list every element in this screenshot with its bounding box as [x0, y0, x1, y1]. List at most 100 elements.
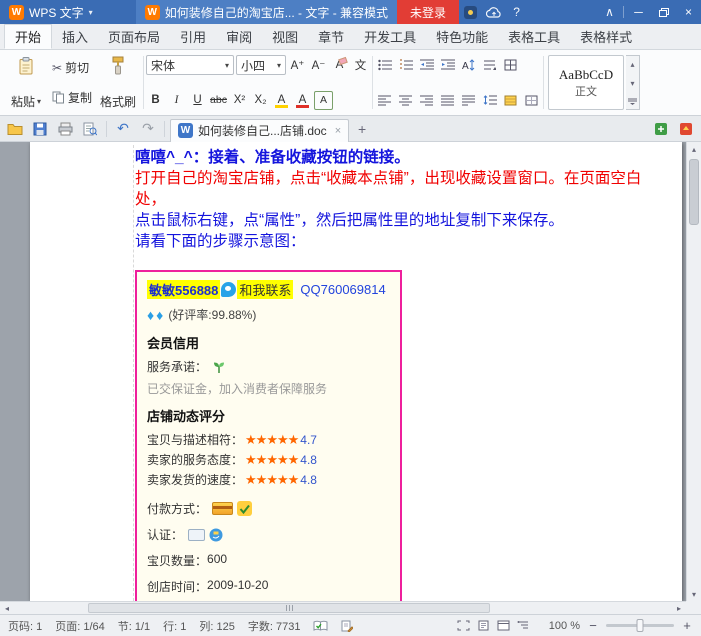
align-center-button[interactable] — [396, 91, 415, 110]
restore-icon — [659, 8, 669, 17]
close-tab-icon[interactable]: × — [335, 125, 341, 137]
collapse-ribbon-button[interactable]: ∧ — [598, 0, 621, 24]
scroll-down-button[interactable]: ▾ — [687, 587, 701, 601]
open-file-button[interactable] — [4, 118, 26, 140]
scroll-left-button[interactable]: ◂ — [0, 602, 14, 614]
ribbon-tab-insert[interactable]: 插入 — [52, 24, 98, 49]
grow-font-button[interactable]: A⁺ — [288, 56, 307, 75]
font-color-button[interactable]: A — [293, 91, 312, 110]
close-button[interactable]: × — [676, 0, 701, 24]
ribbon-tab-developer[interactable]: 开发工具 — [354, 24, 426, 49]
align-left-button[interactable] — [375, 91, 394, 110]
chevron-down-icon: ▾ — [89, 8, 93, 17]
font-name-select[interactable]: 宋体▾ — [146, 55, 234, 75]
style-gallery-down-button[interactable]: ▾ — [631, 79, 635, 88]
format-painter-button[interactable]: 格式刷 — [97, 53, 139, 112]
style-preview-normal[interactable]: AaBbCcD 正文 — [548, 55, 624, 110]
scroll-up-button[interactable]: ▴ — [687, 142, 701, 156]
ribbon-tab-section[interactable]: 章节 — [308, 24, 354, 49]
character-border-button[interactable]: A — [314, 91, 333, 110]
service-promise-label: 服务承诺： — [147, 358, 207, 375]
cloud-sync-button[interactable] — [482, 0, 505, 24]
borders-button[interactable] — [522, 91, 541, 110]
character-scale-button[interactable]: A — [459, 56, 478, 75]
print-layout-view-icon[interactable] — [477, 620, 490, 631]
wangwang-chat-icon[interactable] — [221, 282, 236, 297]
justify-button[interactable] — [438, 91, 457, 110]
save-button[interactable] — [29, 118, 51, 140]
login-button[interactable]: 未登录 — [397, 0, 459, 24]
strikethrough-button[interactable]: abc — [209, 91, 228, 110]
decrease-indent-button[interactable] — [417, 56, 436, 75]
align-left-icon — [378, 95, 391, 106]
ribbon-tab-table-tools[interactable]: 表格工具 — [498, 24, 570, 49]
paste-button[interactable]: 粘贴▾ — [5, 53, 47, 112]
highlight-color-button[interactable]: A — [272, 91, 291, 110]
ribbon-tab-special-features[interactable]: 特色功能 — [426, 24, 498, 49]
seller-name[interactable]: 敏敏556888 — [147, 280, 220, 299]
task-window-button[interactable] — [650, 118, 672, 140]
shading-button[interactable] — [501, 91, 520, 110]
print-button[interactable] — [54, 118, 76, 140]
outline-view-icon[interactable] — [517, 620, 530, 631]
align-right-button[interactable] — [417, 91, 436, 110]
horizontal-scrollbar[interactable]: ◂ ▸ — [0, 601, 686, 614]
style-gallery-up-button[interactable]: ▴ — [631, 60, 635, 69]
bullet-list-button[interactable] — [375, 56, 394, 75]
line-spacing-button[interactable] — [480, 91, 499, 110]
scroll-right-button[interactable]: ▸ — [672, 602, 686, 614]
minimize-button[interactable]: ─ — [626, 0, 651, 24]
italic-button[interactable]: I — [167, 91, 186, 110]
status-page-number: 页码: 1 — [8, 618, 42, 634]
zoom-in-button[interactable]: + — [681, 618, 693, 633]
underline-button[interactable]: U — [188, 91, 207, 110]
ribbon-tab-references[interactable]: 引用 — [170, 24, 216, 49]
ribbon-tab-table-style[interactable]: 表格样式 — [570, 24, 642, 49]
cut-button[interactable]: ✂剪切 — [49, 58, 95, 78]
task-window-icon — [654, 122, 668, 136]
shrink-font-button[interactable]: A⁻ — [309, 56, 328, 75]
ribbon-tab-home[interactable]: 开始 — [4, 24, 52, 49]
copy-button[interactable]: 复制 — [49, 87, 95, 107]
distribute-button[interactable] — [459, 91, 478, 110]
title-document-tab[interactable]: W 如何装修自己的淘宝店... - 文字 - 兼容模式 — [136, 0, 397, 24]
bold-button[interactable]: B — [146, 91, 165, 110]
document-page[interactable]: 嘻嘻^_^：接着、准备收藏按钮的链接。 打开自己的淘宝店铺，点击“收藏本点铺”，… — [30, 142, 682, 601]
draw-table-button[interactable] — [501, 56, 520, 75]
zoom-slider[interactable] — [606, 624, 674, 627]
spellcheck-button[interactable] — [313, 620, 328, 632]
web-layout-view-icon[interactable] — [497, 620, 510, 631]
message-button[interactable] — [459, 0, 482, 24]
document-tab[interactable]: W 如何装修自己...店铺.doc × — [170, 119, 349, 142]
status-word-count[interactable]: 字数: 7731 — [248, 618, 301, 634]
contact-me-link[interactable]: 和我联系 — [237, 280, 293, 299]
superscript-button[interactable]: X² — [230, 91, 249, 110]
zoom-slider-thumb[interactable] — [637, 619, 644, 632]
zoom-out-button[interactable]: − — [587, 618, 599, 633]
numbered-list-button[interactable] — [396, 56, 415, 75]
ribbon-tab-page-layout[interactable]: 页面布局 — [98, 24, 170, 49]
undo-button[interactable]: ↶ — [112, 118, 134, 140]
ribbon-tab-review[interactable]: 审阅 — [216, 24, 262, 49]
font-size-select[interactable]: 小四▾ — [236, 55, 286, 75]
promotion-button[interactable] — [675, 118, 697, 140]
zoom-level[interactable]: 100 % — [549, 620, 580, 632]
ribbon-tab-view[interactable]: 视图 — [262, 24, 308, 49]
vertical-scrollbar[interactable]: ▴ ▾ — [686, 142, 701, 601]
pinyin-guide-button[interactable]: 文 — [351, 56, 370, 75]
style-gallery-more-icon[interactable] — [628, 98, 637, 105]
fullscreen-view-icon[interactable] — [457, 620, 470, 631]
print-preview-button[interactable] — [79, 118, 101, 140]
edit-mode-button[interactable] — [341, 620, 353, 632]
clear-format-button[interactable]: A — [330, 56, 349, 75]
increase-indent-button[interactable] — [438, 56, 457, 75]
horizontal-scroll-thumb[interactable] — [88, 603, 490, 613]
subscript-button[interactable]: X₂ — [251, 91, 270, 110]
new-tab-button[interactable]: + — [352, 119, 372, 139]
restore-button[interactable] — [651, 0, 676, 24]
wps-menu-button[interactable]: W WPS 文字 ▾ — [0, 0, 102, 24]
redo-button[interactable]: ↷ — [137, 118, 159, 140]
help-button[interactable]: ? — [505, 0, 528, 24]
vertical-scroll-thumb[interactable] — [689, 159, 699, 225]
text-direction-button[interactable] — [480, 56, 499, 75]
